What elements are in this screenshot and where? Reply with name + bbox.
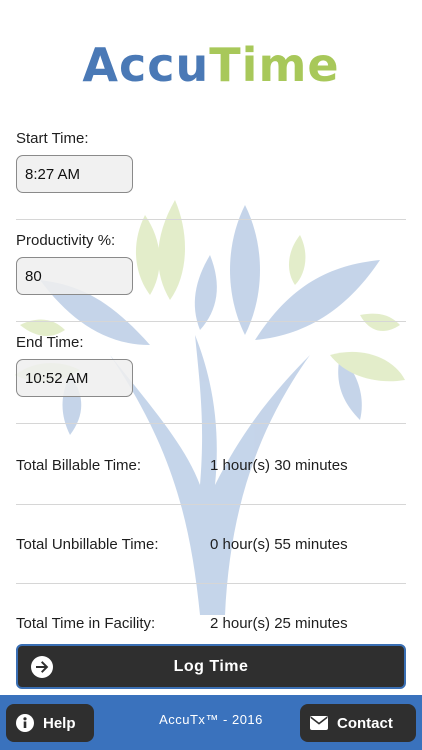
contact-button[interactable]: Contact bbox=[300, 704, 416, 742]
unbillable-time-label: Total Unbillable Time: bbox=[16, 535, 159, 553]
log-time-button[interactable]: Log Time bbox=[16, 644, 406, 689]
start-time-group: Start Time: bbox=[16, 130, 406, 220]
help-label: Help bbox=[43, 714, 76, 732]
end-time-group: End Time: bbox=[16, 334, 406, 424]
facility-time-label: Total Time in Facility: bbox=[16, 614, 156, 632]
productivity-label: Productivity %: bbox=[16, 232, 116, 249]
contact-label: Contact bbox=[337, 714, 393, 732]
logo-part-time: Time bbox=[209, 38, 340, 92]
log-time-label: Log Time bbox=[173, 657, 249, 675]
logo-part-accu: Accu bbox=[82, 38, 210, 92]
start-time-input[interactable] bbox=[16, 155, 133, 193]
envelope-icon bbox=[309, 713, 329, 733]
unbillable-time-value: 0 hour(s) 55 minutes bbox=[210, 535, 348, 553]
start-time-label: Start Time: bbox=[16, 130, 89, 147]
footer-bar: AccuTx™ - 2016 Help Contact bbox=[0, 695, 422, 750]
time-form: Start Time: Productivity %: End Time: To… bbox=[16, 118, 406, 663]
app-logo: AccuTime bbox=[0, 38, 422, 92]
help-button[interactable]: Help bbox=[6, 704, 94, 742]
billable-time-value: 1 hour(s) 30 minutes bbox=[210, 456, 348, 474]
productivity-group: Productivity %: bbox=[16, 232, 406, 322]
end-time-label: End Time: bbox=[16, 334, 84, 351]
facility-time-value: 2 hour(s) 25 minutes bbox=[210, 614, 348, 632]
billable-time-label: Total Billable Time: bbox=[16, 456, 142, 474]
unbillable-time-row: Total Unbillable Time: 0 hour(s) 55 minu… bbox=[16, 505, 406, 584]
billable-time-row: Total Billable Time: 1 hour(s) 30 minute… bbox=[16, 426, 406, 505]
productivity-input[interactable] bbox=[16, 257, 133, 295]
arrow-right-circle-icon bbox=[31, 656, 53, 678]
info-icon bbox=[15, 713, 35, 733]
end-time-input[interactable] bbox=[16, 359, 133, 397]
